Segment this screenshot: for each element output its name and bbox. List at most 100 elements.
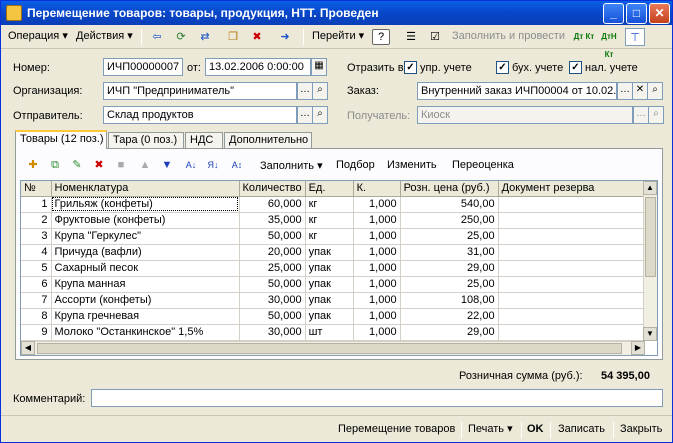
close-window-button[interactable]: ✕	[649, 3, 670, 24]
sort-custom-icon[interactable]: A↕	[228, 156, 246, 174]
table-cell[interactable]	[498, 308, 649, 325]
column-header[interactable]: Номенклатура	[51, 181, 240, 197]
table-cell[interactable]: 25,00	[400, 228, 499, 245]
table-cell[interactable]: 1,000	[353, 212, 401, 229]
table-cell[interactable]: 2	[21, 212, 52, 229]
table-cell[interactable]: Фруктовые (конфеты)	[51, 212, 240, 229]
table-cell[interactable]: 29,00	[400, 324, 499, 341]
column-header[interactable]: Количество	[239, 181, 306, 197]
column-header[interactable]: К.	[353, 181, 401, 197]
move-up-icon[interactable]: ▲	[136, 156, 154, 174]
table-cell[interactable]: кг	[305, 212, 354, 229]
table-cell[interactable]: 1,000	[353, 324, 401, 341]
table-row[interactable]: 8 Крупа гречневая 50,000 упак 1,000 22,00	[21, 308, 649, 325]
table-cell[interactable]: Грильяж (конфеты)	[51, 196, 240, 213]
reflect-accounting-checkbox[interactable]: ✓	[496, 61, 509, 74]
reprice-button[interactable]: Переоценка	[452, 159, 514, 171]
table-cell[interactable]: 1,000	[353, 228, 401, 245]
order-clear-icon[interactable]: ✕	[632, 82, 648, 100]
table-cell[interactable]	[498, 244, 649, 261]
title-bar[interactable]: Перемещение товаров: товары, продукция, …	[1, 1, 672, 25]
table-cell[interactable]: 1,000	[353, 292, 401, 309]
save-row-icon[interactable]: ■	[112, 156, 130, 174]
table-cell[interactable]: 30,000	[239, 324, 306, 341]
table-cell[interactable]: 50,000	[239, 228, 306, 245]
sort-ascending-icon[interactable]: A↓	[182, 156, 200, 174]
goods-table[interactable]: № Номенклатура Количество Ед. К. Розн. цена (…	[20, 180, 658, 356]
comment-field[interactable]	[91, 389, 663, 407]
number-field[interactable]: ИЧП00000007	[103, 58, 183, 76]
refresh-icon[interactable]: ⟳	[171, 28, 191, 46]
table-cell[interactable]: 60,000	[239, 196, 306, 213]
table-cell[interactable]	[498, 292, 649, 309]
table-cell[interactable]: упак	[305, 292, 354, 309]
print-menu-button[interactable]: Печать ▾	[468, 421, 513, 439]
table-row[interactable]: 5 Сахарный песок 25,000 упак 1,000 29,00	[21, 260, 649, 277]
table-cell[interactable]: 1,000	[353, 276, 401, 293]
close-button[interactable]: Закрыть	[620, 421, 662, 439]
table-row[interactable]: 6 Крупа манная 50,000 упак 1,000 25,00	[21, 276, 649, 293]
dt-kt-tax-icon[interactable]: ДтН Кт	[597, 28, 621, 59]
table-cell[interactable]: Ассорти (конфеты)	[51, 292, 240, 309]
help-icon[interactable]: ?	[372, 29, 390, 45]
copy-doc-icon[interactable]: ❐	[223, 28, 243, 46]
table-row[interactable]: 9 Молоко "Останкинское" 1,5% 30,000 шт 1,000…	[21, 324, 649, 341]
transfer-goods-button[interactable]: Перемещение товаров	[338, 421, 455, 439]
table-cell[interactable]: 7	[21, 292, 52, 309]
tab-vat[interactable]: НДС	[185, 132, 223, 148]
post-doc-icon[interactable]: ➜	[275, 28, 295, 46]
delete-doc-icon[interactable]: ✖	[247, 28, 267, 46]
table-cell[interactable]: шт	[305, 324, 354, 341]
organization-field[interactable]: ИЧП "Предприниматель"	[103, 82, 297, 100]
table-cell[interactable]: упак	[305, 308, 354, 325]
fill-menu-button[interactable]: Заполнить ▾	[260, 159, 323, 172]
table-cell[interactable]: Крупа "Геркулес"	[51, 228, 240, 245]
sender-select-button[interactable]: …	[297, 106, 313, 124]
menu-operation[interactable]: Операция ▾	[5, 29, 71, 46]
date-field[interactable]: 13.02.2006 0:00:00	[205, 58, 311, 76]
table-cell[interactable]: 22,00	[400, 308, 499, 325]
scroll-right-icon[interactable]: ▶	[631, 341, 645, 355]
table-cell[interactable]: Крупа гречневая	[51, 308, 240, 325]
checklist-icon[interactable]: ☑	[425, 28, 445, 46]
table-cell[interactable]: 5	[21, 260, 52, 277]
fill-and-post-button[interactable]: Заполнить и провести	[449, 29, 568, 46]
reflect-management-checkbox[interactable]: ✓	[404, 61, 417, 74]
table-cell[interactable]: 25,000	[239, 260, 306, 277]
table-cell[interactable]: кг	[305, 228, 354, 245]
column-header[interactable]: Ед.	[305, 181, 354, 197]
table-cell[interactable]: 250,00	[400, 212, 499, 229]
table-cell[interactable]: кг	[305, 196, 354, 213]
receiver-search-icon[interactable]: ⌕	[648, 106, 664, 124]
table-cell[interactable]: 4	[21, 244, 52, 261]
ok-button[interactable]: OK	[527, 421, 544, 439]
table-cell[interactable]	[498, 276, 649, 293]
swap-icon[interactable]: ⇄	[195, 28, 215, 46]
menu-goto[interactable]: Перейти ▾	[309, 29, 367, 46]
table-row[interactable]: 1 Грильяж (конфеты) 60,000 кг 1,000 540,00	[21, 196, 649, 213]
move-down-icon[interactable]: ▼	[158, 156, 176, 174]
table-cell[interactable]: Крупа манная	[51, 276, 240, 293]
sender-field[interactable]: Склад продуктов	[103, 106, 297, 124]
sort-descending-icon[interactable]: Я↓	[204, 156, 222, 174]
table-cell[interactable]: Причуда (вафли)	[51, 244, 240, 261]
table-cell[interactable]: 29,00	[400, 260, 499, 277]
vertical-scroll-thumb[interactable]	[645, 197, 656, 277]
change-button[interactable]: Изменить	[387, 159, 437, 171]
table-cell[interactable]: 1,000	[353, 244, 401, 261]
order-field[interactable]: Внутренний заказ ИЧП00004 от 10.02...	[417, 82, 617, 100]
table-cell[interactable]: 8	[21, 308, 52, 325]
vertical-scrollbar[interactable]: ▲ ▼	[643, 181, 657, 341]
table-cell[interactable]: упак	[305, 244, 354, 261]
table-cell[interactable]: 1,000	[353, 260, 401, 277]
table-cell[interactable]: 30,000	[239, 292, 306, 309]
table-row[interactable]: 3 Крупа "Геркулес" 50,000 кг 1,000 25,00	[21, 228, 649, 245]
minimize-button[interactable]: _	[603, 3, 624, 24]
table-cell[interactable]	[498, 212, 649, 229]
copy-row-icon[interactable]: ⧉	[46, 156, 64, 174]
table-cell[interactable]: 35,000	[239, 212, 306, 229]
table-cell[interactable]: 540,00	[400, 196, 499, 213]
organization-select-button[interactable]: …	[297, 82, 313, 100]
tab-additional[interactable]: Дополнительно	[224, 132, 312, 148]
tab-goods[interactable]: Товары (12 поз.)	[15, 130, 107, 149]
